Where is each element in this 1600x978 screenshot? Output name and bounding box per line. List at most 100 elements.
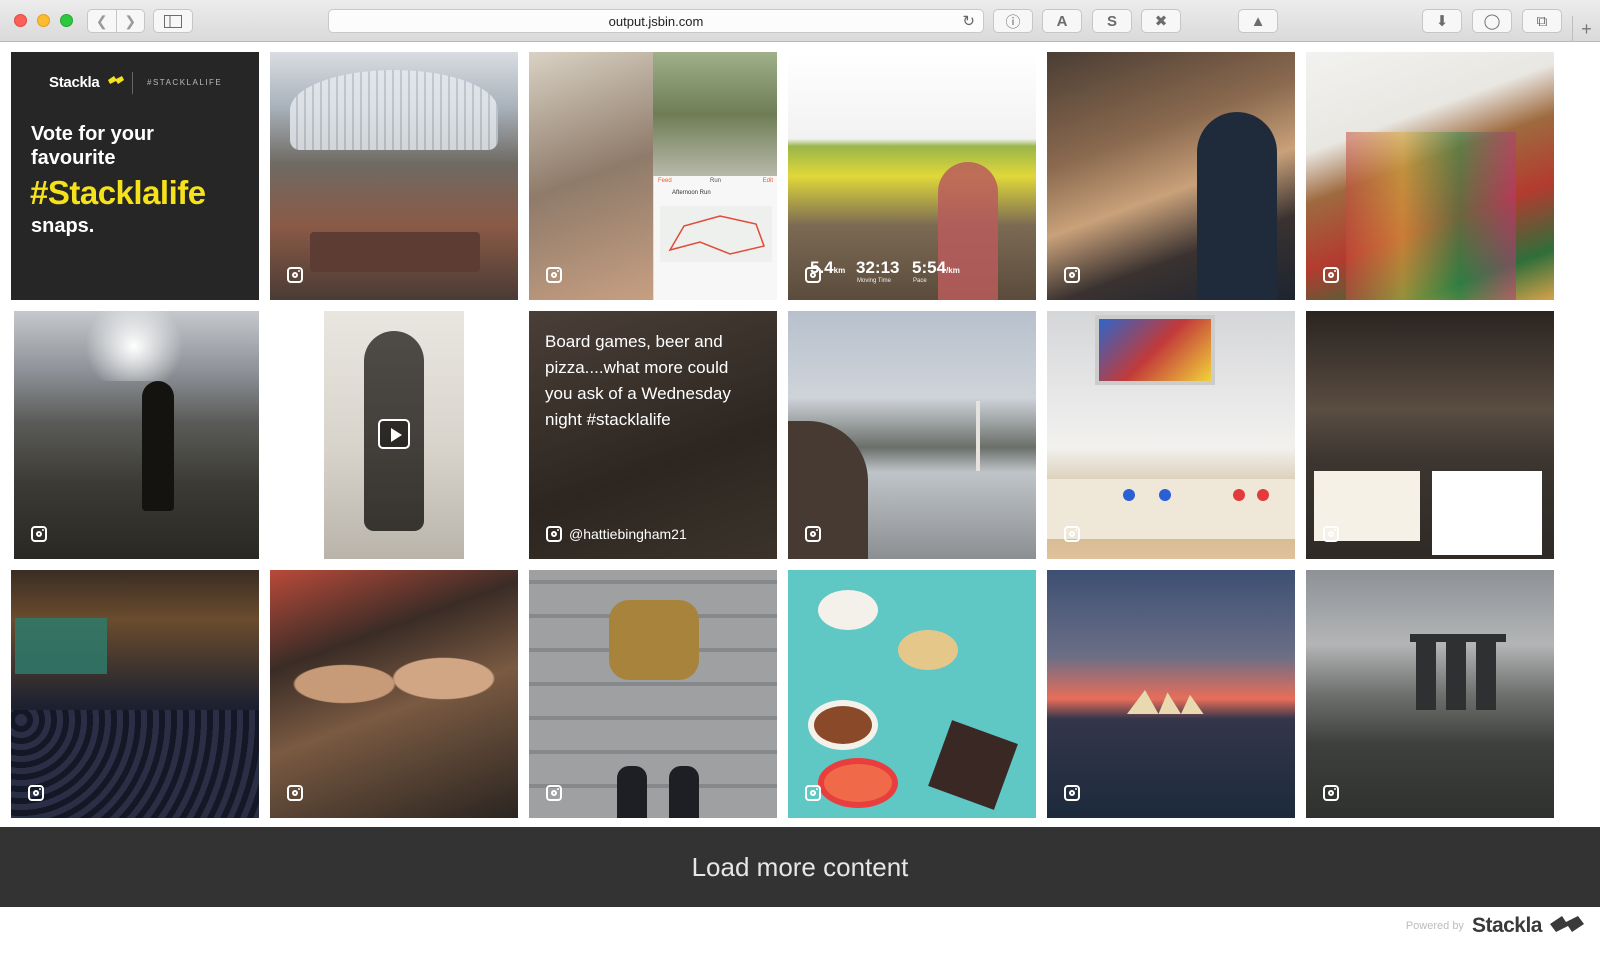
people-shape bbox=[270, 640, 518, 750]
girl-shape bbox=[938, 162, 998, 300]
instagram-icon bbox=[546, 785, 562, 801]
promo-headline: Vote for your favourite bbox=[31, 122, 154, 170]
photo-tile[interactable] bbox=[1306, 570, 1554, 818]
arcade-stick-shape bbox=[1047, 479, 1295, 539]
window-maximize-button[interactable] bbox=[60, 14, 73, 27]
post-caption: Board games, beer and pizza....what more… bbox=[545, 332, 731, 429]
photo-tile[interactable] bbox=[1306, 311, 1554, 559]
photo-tile[interactable] bbox=[529, 570, 777, 818]
cake-shape bbox=[928, 720, 1018, 810]
note-card-shape bbox=[1432, 471, 1542, 555]
promo-tile[interactable]: Stackla #STACKLALIFE Vote for your favou… bbox=[11, 52, 259, 300]
tower-shape bbox=[1446, 640, 1466, 710]
sun-glare-shape bbox=[74, 311, 194, 381]
extension-a-label: A bbox=[1056, 12, 1068, 30]
family-photo bbox=[653, 52, 777, 176]
opera-button[interactable]: ◯ bbox=[1472, 9, 1512, 33]
powered-by-label: Powered by bbox=[1405, 920, 1464, 932]
route-map-icon bbox=[660, 206, 772, 262]
run-moving-time-label: Moving Time bbox=[857, 278, 892, 284]
back-icon[interactable]: ❮ bbox=[88, 10, 116, 32]
run-app-tab-feed: Feed bbox=[658, 178, 672, 184]
instagram-icon bbox=[31, 526, 47, 542]
skylight-shape bbox=[290, 70, 498, 150]
instagram-icon bbox=[805, 785, 821, 801]
run-pace: 5:54/km bbox=[912, 258, 960, 277]
run-app-screenshot: Feed Run Edit Afternoon Run bbox=[653, 176, 777, 300]
new-tab-button[interactable]: + bbox=[1572, 16, 1600, 42]
video-thumbnail bbox=[324, 311, 464, 559]
photo-tile[interactable] bbox=[1047, 311, 1295, 559]
stackla-logo-icon bbox=[108, 76, 124, 84]
bronze-hand-shape bbox=[609, 600, 699, 680]
downloads-button[interactable]: ⬇ bbox=[1422, 9, 1462, 33]
text-post-tile[interactable]: Board games, beer and pizza....what more… bbox=[529, 311, 777, 559]
photo-tile[interactable] bbox=[1306, 52, 1554, 300]
forward-icon[interactable]: ❯ bbox=[115, 10, 145, 32]
monument-shape bbox=[976, 401, 980, 471]
photo-tile[interactable] bbox=[11, 570, 259, 818]
photo-tile[interactable] bbox=[270, 52, 518, 300]
ghostery-button[interactable]: ▲ bbox=[1238, 9, 1278, 33]
instagram-icon bbox=[1064, 267, 1080, 283]
instagram-icon bbox=[805, 526, 821, 542]
window-close-button[interactable] bbox=[14, 14, 27, 27]
photo-tile[interactable]: Feed Run Edit Afternoon Run bbox=[529, 52, 777, 300]
plate-shape bbox=[818, 590, 878, 630]
instagram-icon bbox=[1064, 785, 1080, 801]
opera-house-shape bbox=[1127, 690, 1204, 714]
info-icon: ⓘ bbox=[1005, 13, 1021, 31]
right-shoe-shape bbox=[669, 766, 699, 818]
tower-shape bbox=[1416, 640, 1436, 710]
selfie-face-shape bbox=[788, 421, 868, 559]
run-app-tab-edit: Edit bbox=[762, 178, 773, 184]
info-button[interactable]: ⓘ bbox=[993, 9, 1033, 33]
presentation-screen-shape bbox=[15, 618, 107, 674]
instagram-icon bbox=[1064, 526, 1080, 542]
extension-s-label: S bbox=[1106, 12, 1117, 30]
extension-s-button[interactable]: S bbox=[1092, 9, 1132, 33]
load-more-button[interactable]: Load more content bbox=[0, 827, 1600, 907]
red-button-icon bbox=[1257, 489, 1269, 501]
reload-icon[interactable]: ↻ bbox=[962, 12, 975, 30]
blue-button-icon bbox=[1123, 489, 1135, 501]
runner-silhouette bbox=[142, 381, 174, 511]
post-handle[interactable]: @hattiebingham21 bbox=[569, 526, 687, 542]
photo-tile[interactable] bbox=[1047, 570, 1295, 818]
photo-tile[interactable] bbox=[788, 570, 1036, 818]
tower-shape bbox=[1476, 640, 1496, 710]
photo-tile[interactable]: 5.4km 32:13 Moving Time 5:54/km Pace bbox=[788, 52, 1036, 300]
instagram-icon bbox=[546, 267, 562, 283]
extension-a-button[interactable]: A bbox=[1042, 9, 1082, 33]
window-minimize-button[interactable] bbox=[37, 14, 50, 27]
monitor-screen-shape bbox=[1095, 315, 1215, 385]
video-tile[interactable] bbox=[270, 311, 518, 559]
promo-brand: Stackla bbox=[49, 74, 100, 91]
man-shape bbox=[1197, 112, 1277, 300]
promo-headline-line1: Vote for your bbox=[31, 123, 154, 145]
watermelon-plate-shape bbox=[818, 758, 898, 808]
photo-tile[interactable] bbox=[1047, 52, 1295, 300]
address-bar[interactable]: output.jsbin.com ↻ bbox=[328, 9, 984, 33]
stackla-logo-icon bbox=[1550, 916, 1584, 932]
audience-shape bbox=[11, 710, 259, 818]
promo-hashtag-big: #Stacklalife bbox=[30, 174, 206, 211]
photo-tile[interactable] bbox=[14, 311, 259, 559]
extension-x-button[interactable]: ✖ bbox=[1141, 9, 1181, 33]
photo-tile[interactable] bbox=[270, 570, 518, 818]
plate-shape bbox=[898, 630, 958, 670]
photo-tile[interactable] bbox=[788, 311, 1036, 559]
browser-toolbar: ❮ ❯ output.jsbin.com ↻ ⓘ A S ✖ ▲ ⬇ ◯ ⧉ + bbox=[0, 0, 1600, 42]
run-app-tab-run: Run bbox=[710, 178, 722, 184]
instagram-icon bbox=[805, 267, 821, 283]
instagram-icon bbox=[1323, 526, 1339, 542]
sidebar-toggle-button[interactable] bbox=[153, 9, 193, 33]
plus-icon: + bbox=[1581, 18, 1592, 39]
url-text: output.jsbin.com bbox=[608, 13, 704, 29]
promo-divider bbox=[132, 72, 133, 94]
tabs-overview-button[interactable]: ⧉ bbox=[1522, 9, 1562, 33]
play-icon[interactable] bbox=[378, 419, 410, 449]
instagram-icon bbox=[287, 267, 303, 283]
red-button-icon bbox=[1233, 489, 1245, 501]
powered-by-footer[interactable]: Powered by Stackla bbox=[1406, 914, 1584, 938]
